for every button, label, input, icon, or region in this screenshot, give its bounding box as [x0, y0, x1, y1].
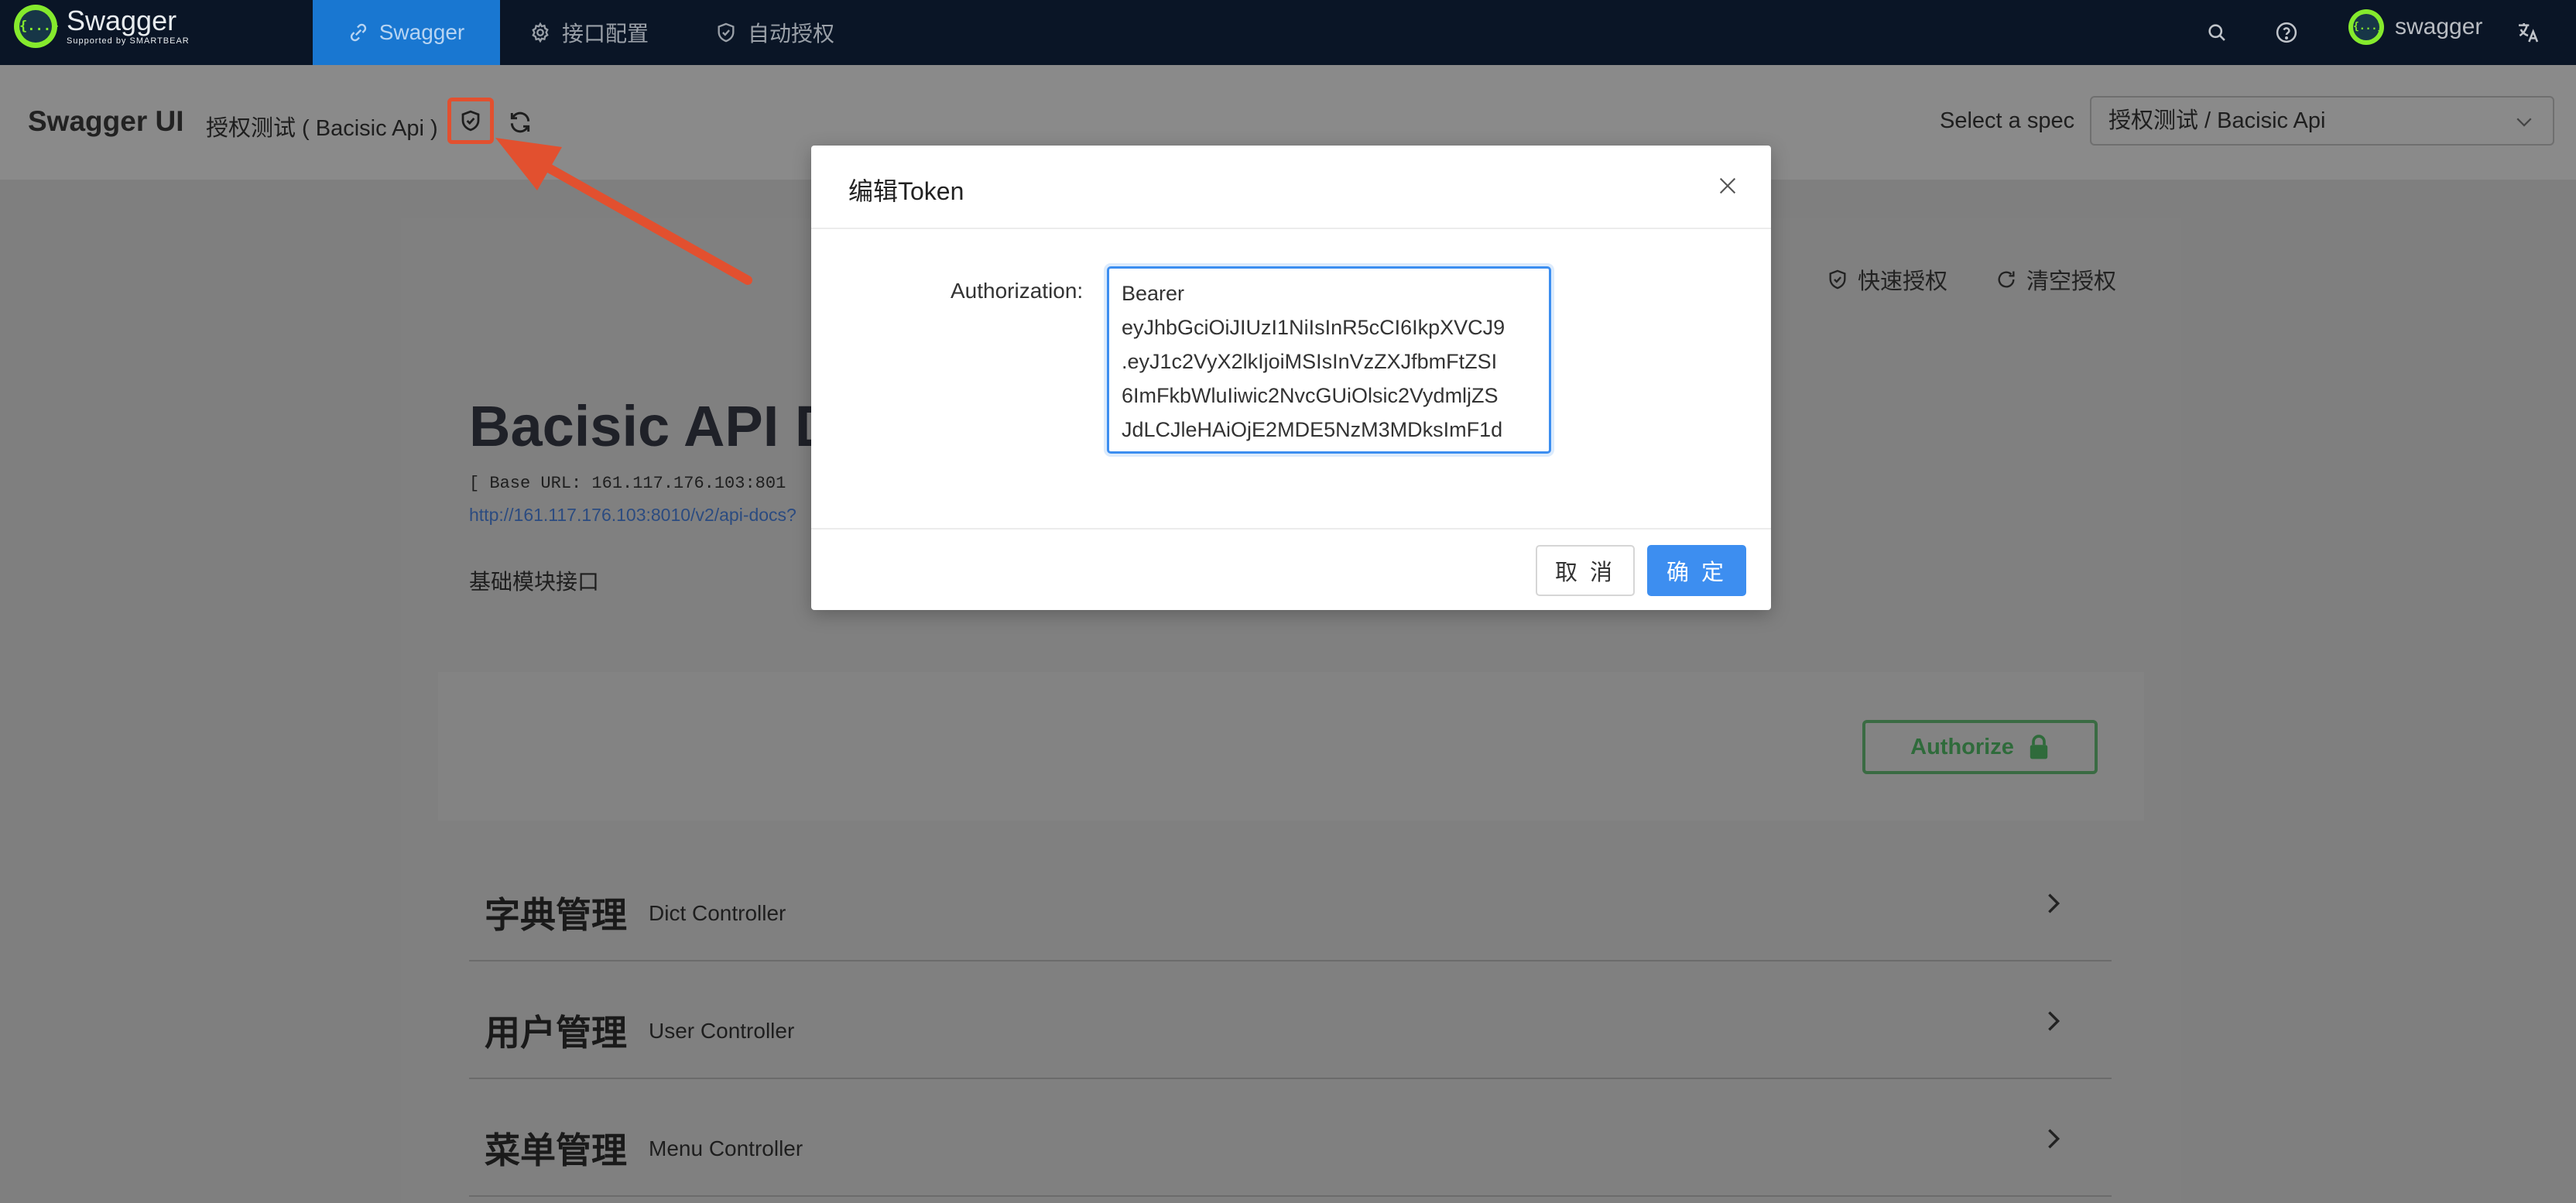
close-icon	[1719, 177, 1736, 194]
authorization-token-input[interactable]: Bearer eyJhbGciOiJIUzI1NiIsInR5cCI6IkpXV…	[1107, 266, 1551, 454]
authorization-label: Authorization:	[951, 279, 1084, 303]
close-button[interactable]	[1712, 170, 1743, 201]
confirm-button[interactable]: 确 定	[1647, 545, 1746, 596]
dialog-title: 编辑Token	[848, 177, 964, 205]
dialog-footer: 取 消 确 定	[811, 528, 1771, 610]
cancel-button[interactable]: 取 消	[1536, 545, 1635, 596]
dialog-header: 编辑Token	[811, 146, 1771, 229]
edit-token-dialog: 编辑Token Authorization: Bearer eyJhbGciOi…	[811, 146, 1771, 610]
